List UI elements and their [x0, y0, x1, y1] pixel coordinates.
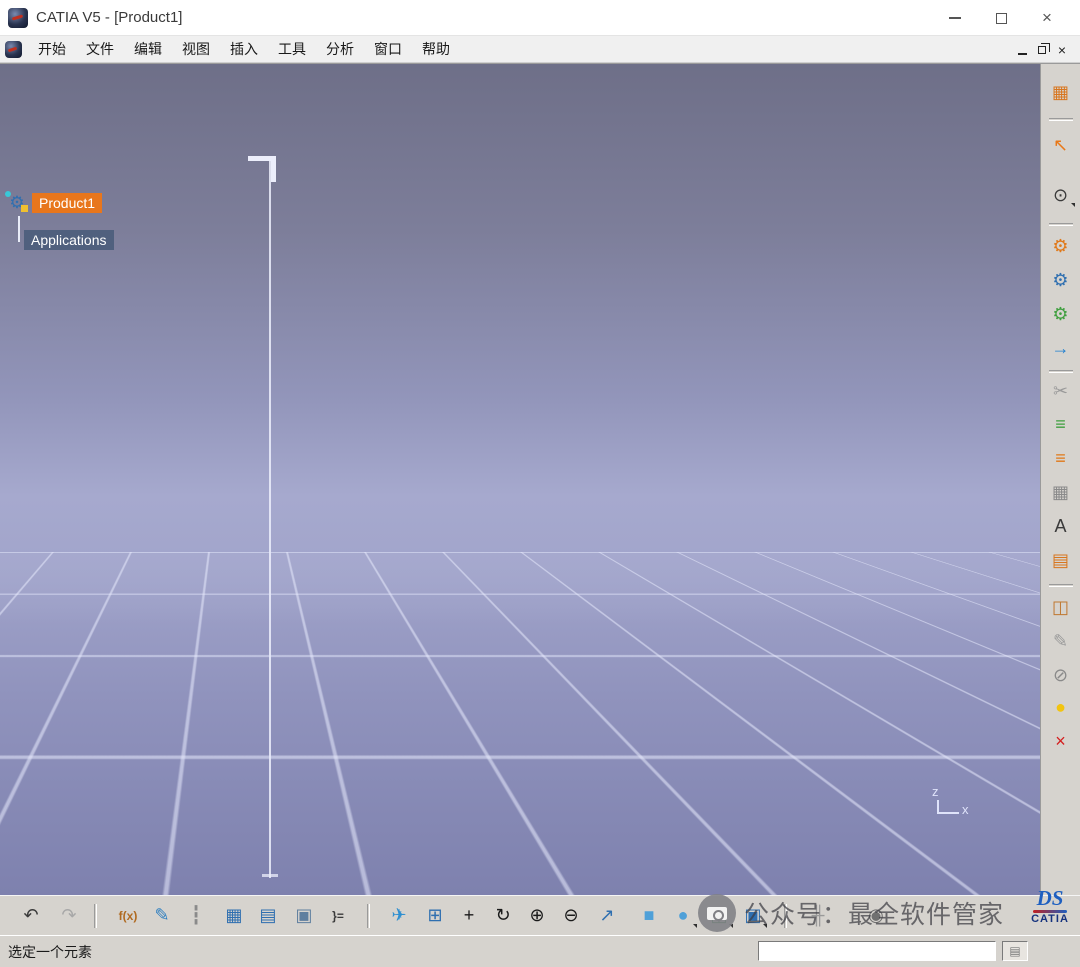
catia-document-icon [5, 40, 22, 58]
break-link-icon[interactable]: ✂ [1046, 377, 1076, 405]
toolbar-separator [1048, 118, 1073, 121]
sketch-tools-icon[interactable]: ✎ [1046, 627, 1076, 655]
tree-anchor[interactable] [248, 156, 276, 182]
zoom-out-icon[interactable]: ⊖ [556, 902, 586, 930]
axis-x-label: x [962, 802, 969, 817]
close-button[interactable]: × [1024, 0, 1070, 36]
ds-logo-mark: DS [1036, 886, 1064, 910]
tree-axis-line[interactable] [269, 159, 271, 878]
menu-help[interactable]: 帮助 [412, 36, 460, 62]
menu-file[interactable]: 文件 [76, 36, 124, 62]
catia-app-icon [8, 7, 28, 28]
camera-icon [698, 894, 736, 932]
mdi-restore-button[interactable] [1032, 40, 1052, 60]
tree-node-applications-label[interactable]: Applications [24, 230, 114, 250]
workspace: ⚙ Product1 Applications z x ▦ ↖ ⊙ ⚙ ⚙ ⚙ → ✂ ≡ ≡ ▦ A… [0, 63, 1080, 895]
axis-x-line [937, 812, 959, 814]
light-on-icon[interactable]: ● [1046, 693, 1076, 721]
iso-view-icon[interactable]: ■ [634, 902, 664, 930]
menu-insert[interactable]: 插入 [220, 36, 268, 62]
design-table-icon[interactable]: ▦ [1046, 478, 1076, 506]
minimize-button[interactable] [932, 0, 978, 36]
product-icon: ⚙ [5, 191, 28, 214]
power-input[interactable] [758, 941, 996, 961]
tree-node-applications[interactable]: Applications [24, 230, 114, 250]
design-table-icon[interactable]: ▦ [219, 902, 249, 930]
menu-analyze[interactable]: 分析 [316, 36, 364, 62]
tree-node-product-label[interactable]: Product1 [32, 193, 103, 213]
structure-list-icon[interactable]: ▤ [1046, 546, 1076, 574]
mdi-minimize-icon [1017, 53, 1027, 55]
mdi-window-controls: × [1012, 36, 1072, 63]
formula-icon[interactable]: f(x) [113, 902, 143, 930]
new-component-icon[interactable]: ⚙ [1046, 266, 1076, 294]
fly-mode-icon[interactable]: ✈ [384, 902, 414, 930]
toolbar-separator [367, 903, 370, 928]
maximize-icon [995, 12, 1007, 24]
mdi-close-button[interactable]: × [1052, 40, 1072, 60]
window-title: CATIA V5 - [Product1] [36, 9, 183, 26]
minimize-icon [949, 17, 961, 19]
axis-indicator: z x [928, 784, 978, 824]
tree-connector-line [18, 216, 20, 242]
scene-frame-icon[interactable]: ◫ [1046, 593, 1076, 621]
existing-component-icon[interactable]: → [1046, 334, 1076, 362]
normal-view-icon[interactable]: ↗ [592, 902, 622, 930]
maximize-button[interactable] [978, 0, 1024, 36]
zoom-in-icon[interactable]: ⊕ [522, 902, 552, 930]
axis-z-label: z [932, 784, 939, 799]
undo-icon[interactable]: ↶ [16, 902, 46, 930]
new-product-icon[interactable]: ⚙ [1046, 232, 1076, 260]
status-bar: 选定一个元素 ▤ [0, 935, 1080, 967]
title-bar: CATIA V5 - [Product1] × [0, 0, 1080, 36]
light-off-icon[interactable]: × [1046, 727, 1076, 755]
redo-icon[interactable]: ↷ [54, 902, 84, 930]
status-message: 选定一个元素 [8, 943, 92, 960]
menu-tools[interactable]: 工具 [268, 36, 316, 62]
shading-icon[interactable]: ● [668, 902, 698, 930]
watermark-text: 公众号：最全软件管家 [744, 901, 1005, 929]
relations-icon[interactable]: }= [323, 902, 353, 930]
annotation-icon[interactable]: A [1046, 512, 1076, 540]
status-aux-button[interactable]: ▤ [1002, 941, 1028, 961]
mdi-minimize-button[interactable] [1012, 40, 1032, 60]
fit-all-icon[interactable]: ⊞ [420, 902, 450, 930]
menu-window[interactable]: 窗口 [364, 36, 412, 62]
toolbar-separator [1048, 584, 1073, 587]
rotate-icon[interactable]: ↻ [488, 902, 518, 930]
select-icon[interactable]: ↖ [1046, 131, 1076, 159]
menu-items: 开始 文件 编辑 视图 插入 工具 分析 窗口 帮助 [28, 36, 460, 62]
watermark: 公众号：最全软件管家 [698, 894, 1004, 932]
new-part-icon[interactable]: ⚙ [1046, 300, 1076, 328]
menu-edit[interactable]: 编辑 [124, 36, 172, 62]
pan-icon[interactable]: + [454, 902, 484, 930]
compass-icon[interactable]: ⊙ [1046, 181, 1076, 209]
section-icon[interactable]: ⊘ [1046, 661, 1076, 689]
tree-axis-end [262, 874, 278, 877]
catalog-icon[interactable]: ▣ [289, 902, 319, 930]
menu-view[interactable]: 视图 [172, 36, 220, 62]
toolbar-separator [94, 903, 97, 928]
right-toolbar: ▦ ↖ ⊙ ⚙ ⚙ ⚙ → ✂ ≡ ≡ ▦ A ▤ ◫ ✎ ⊘ ● × [1040, 64, 1080, 895]
window-controls: × [932, 0, 1070, 36]
toolbar-separator [1048, 223, 1073, 226]
catia-logo: DS CATIA [1022, 888, 1078, 925]
menu-bar: 开始 文件 编辑 视图 插入 工具 分析 窗口 帮助 × [0, 36, 1080, 63]
workbench-icon[interactable]: ▦ [1046, 78, 1076, 106]
toolbar-separator [1048, 370, 1073, 373]
tree-node-product[interactable]: ⚙ Product1 [5, 191, 103, 214]
menu-start[interactable]: 开始 [28, 36, 76, 62]
bom-list-icon[interactable]: ≡ [1046, 410, 1076, 438]
knowledge-icon[interactable]: ✎ [147, 902, 177, 930]
axis-z-line [937, 800, 939, 812]
catia-logo-word: CATIA [1031, 913, 1069, 925]
mdi-restore-icon [1038, 42, 1050, 54]
graph-tree-icon[interactable]: ≡ [1046, 444, 1076, 472]
structure-graph-icon[interactable]: ▤ [253, 902, 283, 930]
marker-icon[interactable]: ┇ [181, 902, 211, 930]
horizon-fade [0, 552, 1040, 624]
viewport-3d[interactable]: ⚙ Product1 Applications z x [0, 64, 1040, 895]
